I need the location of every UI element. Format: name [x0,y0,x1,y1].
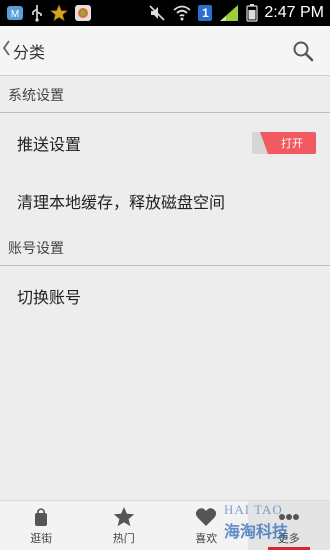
status-time: 2:47 PM [264,4,324,21]
section-header-system: 系统设置 [0,77,330,113]
switch-account-label: 切换账号 [17,288,82,307]
bottom-nav: 逛街 热门 喜欢 更多 [0,500,330,550]
clear-cache-label: 清理本地缓存，释放磁盘空间 [17,193,226,212]
page-title: 分类 [13,42,46,62]
battery-icon [246,4,259,22]
app-notification-icon: M [6,4,24,22]
chevron-left-icon [2,40,11,61]
nav-label: 更多 [277,531,300,545]
nav-item-guangjie[interactable]: 逛街 [0,501,83,550]
toggle-notch [260,132,268,154]
push-toggle[interactable]: 打开 [252,132,316,154]
bag-icon [30,506,52,528]
status-icons-right: 1 2:47 PM [148,4,324,22]
heart-icon [195,506,217,528]
wifi-icon [172,4,192,22]
push-settings-row[interactable]: 推送设置 打开 [0,114,330,172]
signal-icon [218,4,240,22]
app-shop-icon [74,4,92,22]
push-toggle-on: 打开 [268,132,316,154]
back-button[interactable]: 分类 [0,26,45,75]
section-header-account: 账号设置 [0,230,330,266]
nav-item-hot[interactable]: 热门 [83,501,166,550]
nav-item-like[interactable]: 喜欢 [165,501,248,550]
clear-cache-row[interactable]: 清理本地缓存，释放磁盘空间 [0,172,330,230]
nav-label: 热门 [112,531,135,545]
usb-icon [30,4,44,22]
push-settings-label: 推送设置 [17,135,82,154]
star-icon [113,506,135,528]
more-dots-icon [278,506,300,528]
switch-account-row[interactable]: 切换账号 [0,267,330,325]
mute-icon [148,4,166,22]
status-bar: M 1 2:47 PM [0,0,330,26]
nav-item-more[interactable]: 更多 [247,501,330,550]
svg-text:M: M [11,9,19,20]
search-icon[interactable] [292,40,314,62]
star-notification-icon [50,4,68,22]
nav-label: 逛街 [30,531,53,545]
sim-badge: 1 [198,5,213,21]
status-icons-left: M [6,4,92,22]
nav-label: 喜欢 [195,531,218,545]
header-bar: 分类 [0,26,330,76]
push-toggle-text: 打开 [281,137,303,150]
